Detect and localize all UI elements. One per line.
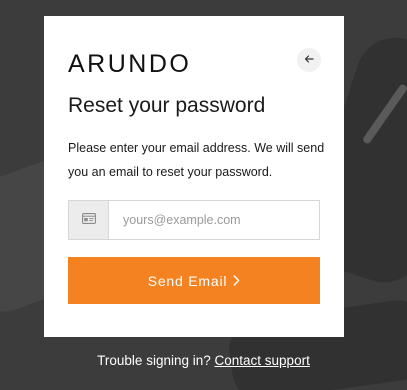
arundo-logo: ARUNDO (68, 50, 192, 78)
back-button[interactable] (297, 48, 321, 72)
dialog-description: Please enter your email address. We will… (68, 141, 325, 179)
contact-support-link[interactable]: Contact support (215, 353, 310, 368)
reset-password-dialog: ARUNDO Reset your password Please enter … (44, 16, 344, 337)
send-email-button[interactable]: Send Email (68, 257, 320, 304)
support-footer: Trouble signing in? Contact support (0, 353, 407, 368)
email-field (68, 200, 320, 240)
email-field-addon (69, 201, 109, 239)
email-input[interactable] (109, 201, 319, 239)
chevron-right-icon (233, 273, 240, 289)
arrow-left-icon (304, 51, 314, 69)
dialog-title: Reset your password (68, 94, 266, 117)
email-card-icon (81, 211, 96, 229)
trouble-signing-in-text: Trouble signing in? (97, 353, 211, 368)
send-email-label: Send Email (147, 272, 228, 289)
